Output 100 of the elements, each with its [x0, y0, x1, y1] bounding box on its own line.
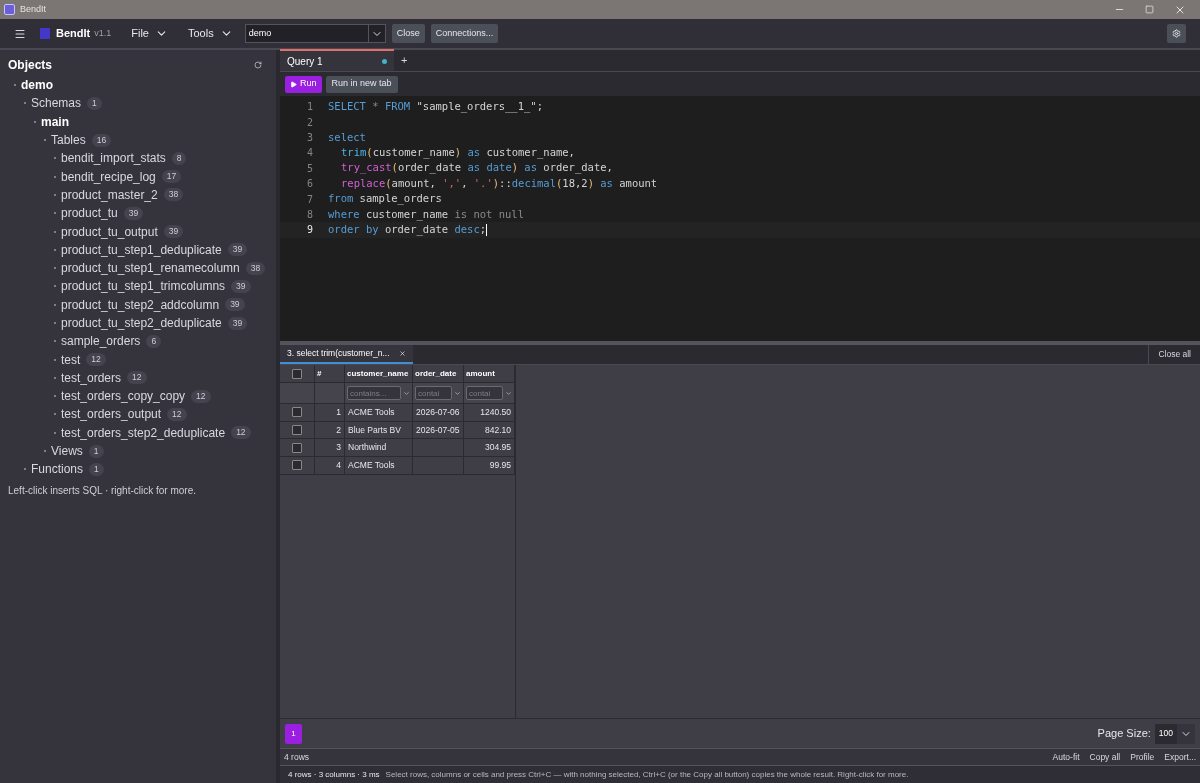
action-link[interactable]: Copy all [1089, 750, 1121, 764]
count-badge: 1 [87, 96, 102, 110]
toolbar-button[interactable]: Connections... [430, 24, 499, 43]
app-name: BendIt [56, 26, 91, 42]
caret-icon[interactable] [454, 389, 461, 397]
editor-tab[interactable]: Query 1 [280, 49, 394, 71]
count-badge: 39 [225, 298, 245, 312]
connection-select[interactable]: demo [244, 24, 386, 43]
tree-item[interactable]: product_tu_step1_trimcolumns [61, 277, 226, 296]
tree-item[interactable]: test [61, 350, 81, 369]
caret-icon[interactable] [403, 389, 410, 397]
settings-button[interactable] [1167, 24, 1186, 43]
table-cell: 3 [336, 441, 341, 455]
line-number: 5 [305, 161, 313, 176]
close-icon[interactable] [399, 350, 406, 357]
tree-item[interactable]: product_tu [61, 204, 118, 223]
tree-item[interactable]: test_orders_copy_copy [61, 387, 186, 406]
line-number: 8 [305, 207, 313, 222]
count-badge: 38 [163, 188, 184, 202]
menu-button[interactable]: Tools [188, 25, 233, 42]
tree-item[interactable]: Views [51, 442, 83, 461]
count-badge: 39 [231, 279, 251, 293]
column-header[interactable]: # [315, 365, 345, 382]
line-number: 1 [305, 100, 313, 115]
table-cell: 4 [336, 459, 341, 472]
column-header[interactable]: order_date [413, 365, 464, 382]
result-tab[interactable]: 3. select trim(customer_n... [280, 345, 413, 364]
menu-button[interactable]: File [131, 25, 168, 42]
table-cell: 2026-07-05 [416, 423, 460, 437]
count-badge: 39 [227, 243, 248, 257]
line-number: 7 [305, 192, 313, 207]
row-checkbox[interactable] [292, 425, 302, 436]
count-badge: 39 [227, 316, 248, 330]
count-badge: 1 [89, 462, 104, 476]
page-size-label: Page Size: [1097, 726, 1151, 742]
app-icon [4, 4, 15, 15]
table-cell: 1240.50 [480, 405, 511, 419]
action-link[interactable]: Export... [1164, 750, 1196, 764]
filter-field[interactable]: contai [415, 386, 452, 400]
table-cell: 99.95 [489, 459, 511, 472]
new-tab-button[interactable]: + [401, 49, 408, 71]
line-number: 3 [305, 130, 313, 145]
logo-icon [40, 28, 50, 39]
page-button[interactable]: 1 [285, 723, 302, 744]
play-icon [290, 80, 297, 88]
tree-item[interactable]: main [41, 112, 69, 131]
code-line: replace(amount, ',', '.')::decimal(18,2) as amount [341, 175, 658, 191]
tree-item[interactable]: product_tu_output [61, 222, 158, 241]
code-line: select [328, 129, 366, 145]
table-cell: Northwind [348, 441, 387, 455]
table-cell: 842.10 [485, 423, 511, 437]
tree-item[interactable]: Schemas [31, 94, 82, 113]
action-link[interactable]: Profile [1130, 750, 1155, 764]
tree-item[interactable]: test_orders_output [61, 405, 162, 424]
tree-item[interactable]: sample_orders [61, 332, 141, 351]
line-number: 2 [305, 115, 313, 130]
status-message: Select rows, columns or cells and press Ctrl+C — with nothing selected, Ctrl+C (or the Copy all button) copies the whole result. Right-click for more. [385, 768, 909, 781]
code-line: from sample_orders [328, 191, 442, 207]
row-checkbox[interactable] [292, 460, 302, 471]
filter-field[interactable]: contains... [347, 386, 401, 400]
code-line: where customer_name is not null [328, 206, 524, 223]
tree-item[interactable]: product_tu_step2_addcolumn [61, 295, 220, 314]
tree-item[interactable]: Tables [51, 131, 86, 150]
menu-icon[interactable] [14, 27, 26, 40]
window-title: BendIt [20, 2, 47, 16]
count-badge: 38 [245, 261, 266, 275]
table-cell: ACME Tools [348, 405, 395, 419]
maximize-icon[interactable] [1145, 5, 1154, 14]
table-cell: 1 [336, 405, 341, 419]
count-badge: 8 [171, 151, 187, 165]
row-checkbox[interactable] [292, 442, 302, 453]
tree-item[interactable]: product_master_2 [61, 185, 158, 204]
settings-icon [1172, 29, 1181, 38]
tree-item[interactable]: test_orders_step2_deduplicate [61, 423, 226, 442]
row-checkbox[interactable] [292, 407, 302, 418]
run-button[interactable]: Run [285, 75, 322, 93]
column-header[interactable]: customer_name [345, 365, 413, 382]
filter-field[interactable]: contai [466, 386, 503, 400]
tree-item[interactable]: product_tu_step2_deduplicate [61, 314, 222, 332]
column-header[interactable]: amount [464, 365, 515, 382]
run-new-tab-button[interactable]: Run in new tab [325, 75, 398, 93]
count-badge: 39 [123, 206, 144, 220]
caret-icon[interactable] [505, 389, 512, 397]
tree-item[interactable]: bendit_import_stats [61, 149, 166, 168]
tree-item[interactable]: product_tu_step1_deduplicate [61, 240, 222, 259]
count-badge: 16 [91, 133, 112, 147]
sidebar-hint: Left-click inserts SQL · right-click for more. [7, 483, 197, 498]
select-all-checkbox[interactable] [292, 368, 302, 379]
tree-item[interactable]: bendit_recipe_log [61, 167, 156, 186]
toolbar-button[interactable]: Close [391, 24, 425, 43]
tree-item[interactable]: demo [21, 76, 53, 95]
count-badge: 6 [146, 334, 162, 348]
page-size-select[interactable]: 100 [1154, 723, 1195, 744]
refresh-icon[interactable] [254, 61, 262, 69]
tree-item[interactable]: Functions [31, 460, 84, 479]
close-all-button[interactable]: Close all [1148, 345, 1200, 364]
tree-item[interactable]: product_tu_step1_renamecolumn [61, 259, 240, 278]
action-link[interactable]: Auto-fit [1052, 750, 1080, 764]
sidebar-title: Objects [8, 57, 52, 74]
tree-item[interactable]: test_orders [61, 368, 122, 387]
